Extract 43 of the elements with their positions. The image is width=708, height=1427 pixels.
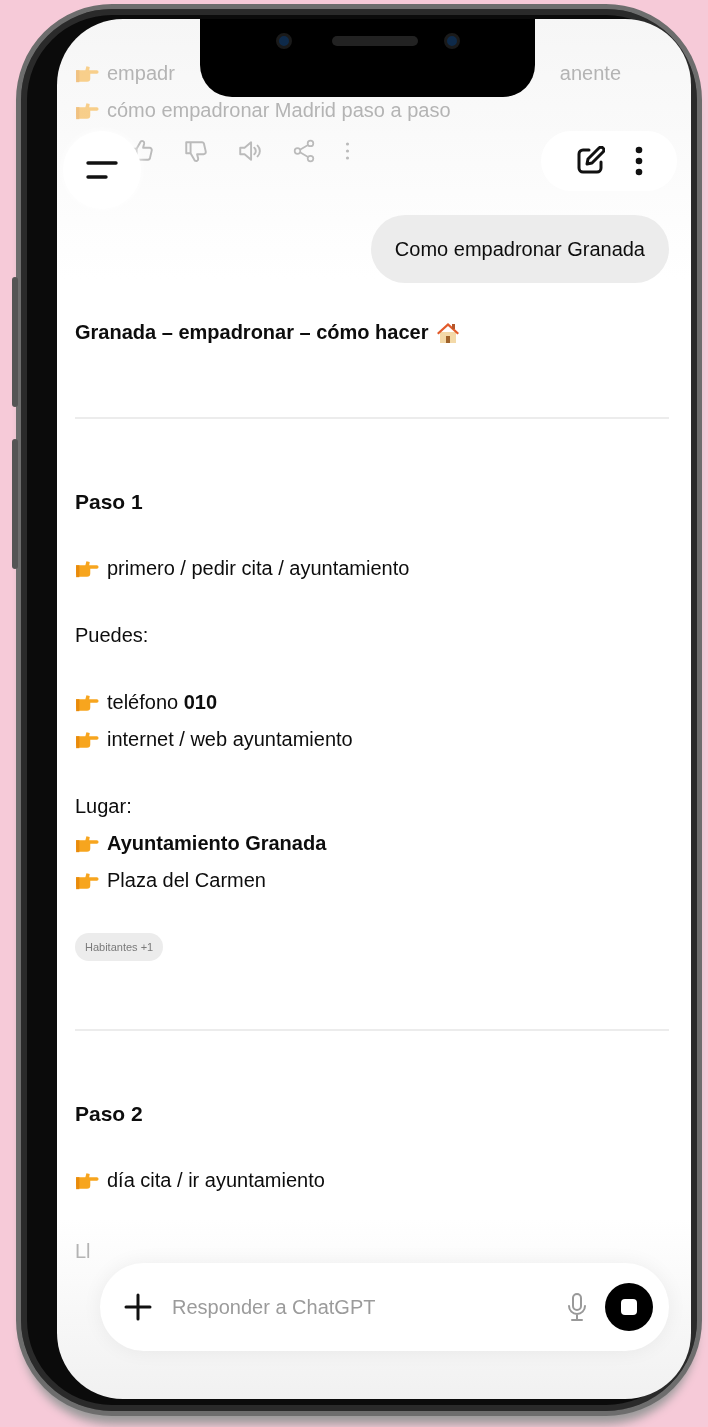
pointing-hand-icon	[75, 559, 99, 578]
plus-icon	[124, 1293, 152, 1321]
bullet-text: primero / pedir cita / ayuntamiento	[107, 556, 410, 581]
voice-button[interactable]	[567, 1292, 587, 1322]
pointing-hand-icon	[75, 1171, 99, 1190]
faded-text: Ll	[75, 1240, 91, 1262]
share-icon	[291, 138, 317, 164]
paragraph-text: Puedes:	[75, 623, 150, 648]
more-button[interactable]	[635, 146, 643, 176]
more-icon	[635, 146, 643, 176]
pointing-hand-icon	[75, 730, 99, 749]
share-button[interactable]	[291, 138, 317, 164]
bullet-text: Ayuntamiento Granada	[107, 831, 327, 856]
response-title: Granada – empadronar – cómo hacer	[75, 320, 429, 345]
faded-text: anente	[559, 61, 621, 86]
menu-icon	[86, 159, 118, 181]
stop-icon	[620, 1298, 638, 1316]
pointing-hand-icon	[75, 871, 99, 890]
house-icon	[436, 320, 461, 345]
faded-text: cómo empadronar Madrid paso a paso	[107, 98, 451, 123]
pointing-hand-icon	[75, 101, 99, 120]
stop-button[interactable]	[605, 1283, 653, 1331]
thumbs-down-icon	[183, 138, 209, 164]
bullet-text: internet / web ayuntamiento	[107, 727, 353, 752]
source-chip: Habitantes +1	[75, 933, 164, 961]
thumbs-down-button[interactable]	[183, 138, 209, 164]
microphone-icon	[567, 1292, 587, 1322]
bullet-text: Plaza del Carmen	[107, 868, 266, 893]
pointing-hand-icon	[75, 693, 99, 712]
section-heading: Paso 1	[75, 489, 144, 515]
new-chat-button[interactable]	[575, 146, 605, 176]
section-heading: Paso 2	[75, 1101, 144, 1127]
bullet-text: teléfono 010	[107, 690, 218, 715]
pointing-hand-icon	[75, 64, 99, 83]
bullet-text: día cita / ir ayuntamiento	[107, 1168, 325, 1193]
more-icon	[345, 140, 350, 162]
add-button[interactable]	[124, 1293, 152, 1321]
list-label: Lugar:	[75, 794, 133, 819]
message-input[interactable]: Responder a ChatGPT	[170, 1291, 549, 1323]
faded-text: empadr	[107, 61, 175, 86]
pointing-hand-icon	[75, 834, 99, 853]
user-message: Como empadronar Granada	[370, 215, 669, 283]
edit-icon	[575, 146, 605, 176]
